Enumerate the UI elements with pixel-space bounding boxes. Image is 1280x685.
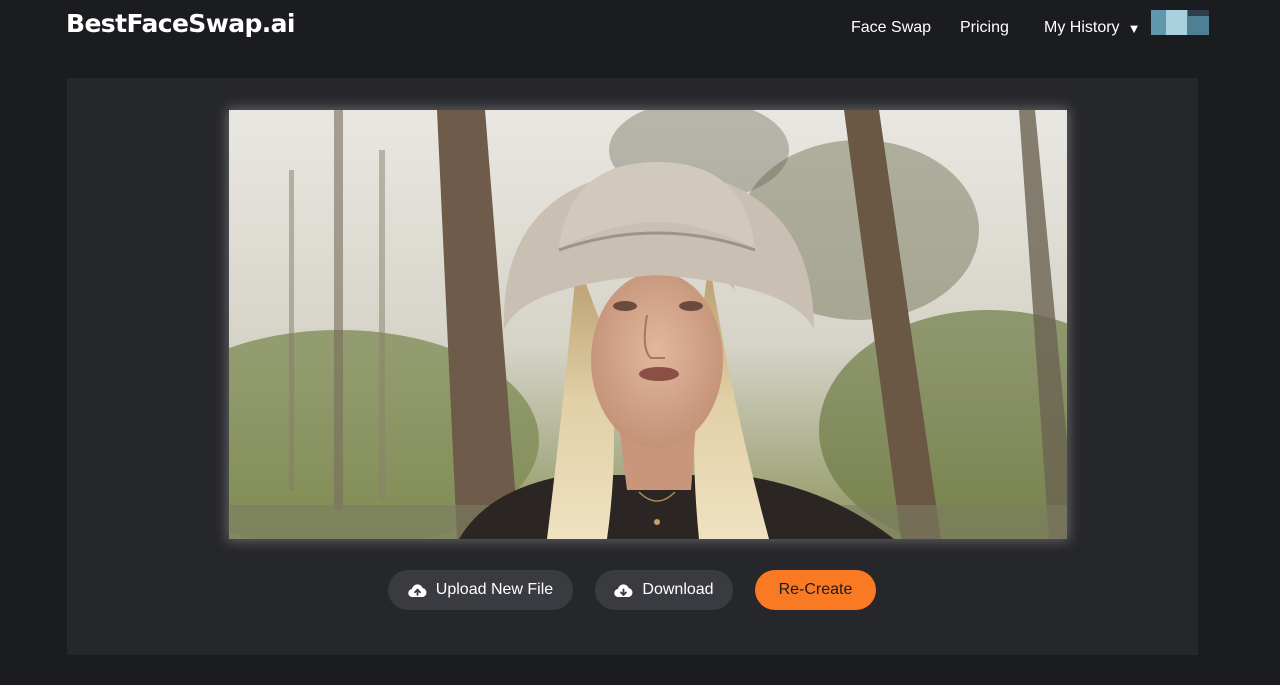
download-label: Download: [642, 581, 714, 598]
cloud-download-icon: [614, 583, 633, 597]
result-video-frame: [229, 110, 1067, 539]
nav-my-history[interactable]: My History ▼: [1044, 19, 1140, 37]
re-create-label: Re-Create: [778, 581, 853, 598]
nav-my-history-label: My History: [1044, 19, 1120, 36]
top-navigation-bar: BestFaceSwap.ai Face Swap Pricing My His…: [0, 0, 1280, 56]
avatar-tile: [1166, 10, 1187, 35]
site-logo[interactable]: BestFaceSwap.ai: [66, 9, 296, 38]
upload-new-file-label: Upload New File: [435, 581, 554, 598]
re-create-button[interactable]: Re-Create: [755, 570, 876, 610]
nav-face-swap[interactable]: Face Swap: [851, 19, 931, 37]
portrait-image: [229, 110, 1067, 539]
avatar-tile: [1188, 10, 1209, 16]
nav-pricing[interactable]: Pricing: [960, 19, 1009, 37]
result-panel: Upload New File Download Re-Create: [67, 78, 1198, 655]
user-avatar[interactable]: [1151, 10, 1209, 35]
upload-new-file-button[interactable]: Upload New File: [388, 570, 573, 610]
chevron-down-icon: ▼: [1127, 20, 1141, 36]
cloud-upload-icon: [408, 583, 427, 597]
avatar-tile: [1151, 10, 1166, 35]
download-button[interactable]: Download: [595, 570, 733, 610]
